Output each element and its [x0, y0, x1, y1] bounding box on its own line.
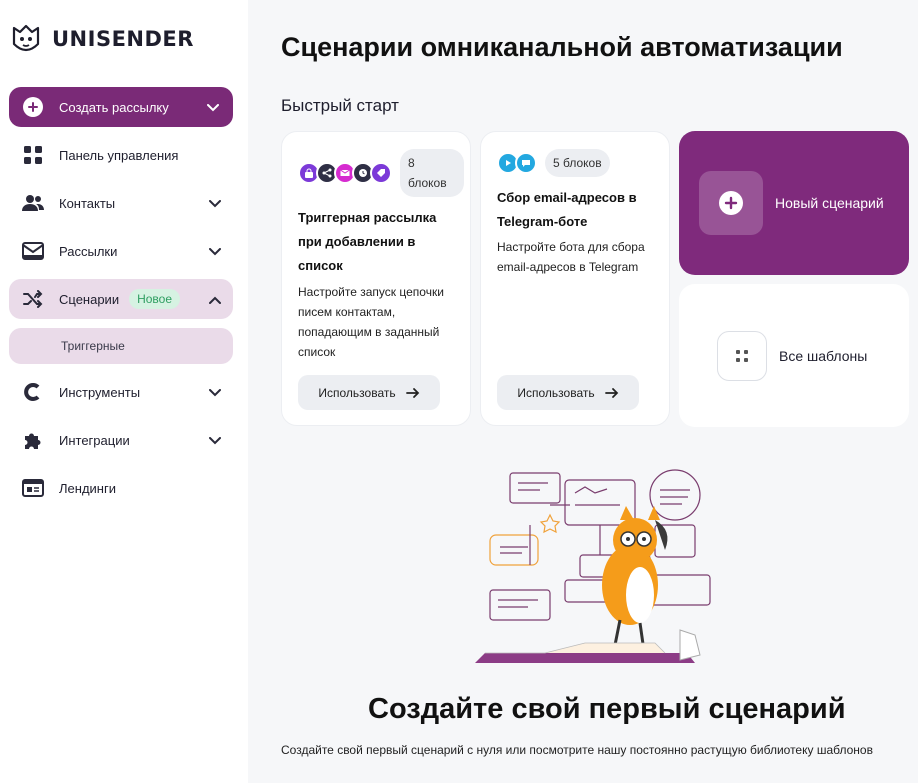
card-title: Сбор email-адресов в Telegram-боте	[497, 190, 637, 229]
card-title: Триггерная рассылка при добавлении в спи…	[298, 210, 437, 273]
arrow-right-icon	[604, 387, 618, 398]
users-icon	[21, 191, 45, 215]
sidebar-item-tools[interactable]: Инструменты	[9, 372, 233, 412]
chevron-up-icon	[209, 292, 221, 307]
all-templates-label: Все шаблоны	[779, 347, 868, 364]
tag-icon	[370, 162, 392, 184]
sidebar-item-dashboard[interactable]: Панель управления	[9, 135, 233, 175]
use-button[interactable]: Использовать	[497, 375, 639, 410]
plus-icon	[23, 97, 43, 117]
empty-state-description: Создайте свой первый сценарий с нуля или…	[281, 743, 873, 757]
sidebar-item-campaigns[interactable]: Рассылки	[9, 231, 233, 271]
tools-icon	[21, 380, 45, 404]
use-button-label: Использовать	[318, 385, 396, 400]
landing-icon	[21, 476, 45, 500]
sidebar-item-label: Контакты	[59, 195, 116, 211]
blocks-count-badge: 8 блоков	[400, 149, 464, 197]
sidebar-item-scenarios[interactable]: Сценарии Новое	[9, 279, 233, 319]
card-icons: 5 блоков	[497, 149, 610, 177]
sidebar-item-label: Рассылки	[59, 243, 118, 259]
logo-mascot-icon	[12, 24, 40, 52]
new-scenario-button[interactable]: Новый сценарий	[679, 131, 909, 275]
use-button-label: Использовать	[517, 385, 595, 400]
grid-icon	[21, 143, 45, 167]
grid-icon	[717, 330, 767, 381]
quick-start-heading: Быстрый старт	[281, 96, 399, 115]
arrow-right-icon	[405, 387, 419, 398]
card-description: Настройте бота для сбора email-адресов в…	[497, 240, 645, 274]
shuffle-icon	[21, 287, 45, 311]
use-button[interactable]: Использовать	[298, 375, 440, 410]
chat-icon	[515, 152, 537, 174]
page-title: Сценарии омниканальной автоматизации	[281, 32, 843, 62]
new-scenario-label: Новый сценарий	[775, 195, 884, 211]
new-badge: Новое	[129, 289, 181, 309]
chevron-down-icon	[209, 385, 221, 400]
plus-icon	[699, 171, 763, 235]
sidebar: UNISENDER Создать рассылку Панель управл…	[0, 0, 248, 783]
sidebar-item-label: Лендинги	[59, 480, 116, 496]
empty-state-title: Создайте свой первый сценарий	[368, 693, 846, 725]
puzzle-icon	[21, 428, 45, 452]
all-templates-button[interactable]: Все шаблоны	[679, 284, 909, 427]
sidebar-item-label: Сценарии	[59, 291, 120, 307]
blocks-count-badge: 5 блоков	[545, 149, 610, 177]
chevron-down-icon	[207, 100, 219, 115]
sidebar-item-contacts[interactable]: Контакты	[9, 183, 233, 223]
chevron-down-icon	[209, 244, 221, 259]
fox-illustration	[475, 469, 711, 663]
sidebar-item-landings[interactable]: Лендинги	[9, 468, 233, 508]
card-icons: 8 блоков	[298, 149, 464, 197]
sidebar-item-label: Панель управления	[59, 147, 179, 163]
sidebar-item-label: Инструменты	[59, 384, 141, 400]
sidebar-item-integrations[interactable]: Интеграции	[9, 420, 233, 460]
create-campaign-label: Создать рассылку	[59, 99, 169, 115]
card-description: Настройте запуск цепочки писем контактам…	[298, 285, 444, 359]
brand-name: UNISENDER	[52, 27, 194, 51]
create-campaign-button[interactable]: Создать рассылку	[9, 87, 233, 127]
chevron-down-icon	[209, 433, 221, 448]
sidebar-subitem-triggers[interactable]: Триггерные	[9, 328, 233, 364]
logo[interactable]: UNISENDER	[8, 22, 194, 56]
scenario-card-telegram[interactable]: 5 блоков Сбор email-адресов в Telegram-б…	[480, 131, 670, 426]
scenario-card-trigger[interactable]: 8 блоков Триггерная рассылка при добавле…	[281, 131, 471, 426]
chevron-down-icon	[209, 196, 221, 211]
envelope-icon	[21, 239, 45, 263]
sidebar-item-label: Интеграции	[59, 432, 130, 448]
